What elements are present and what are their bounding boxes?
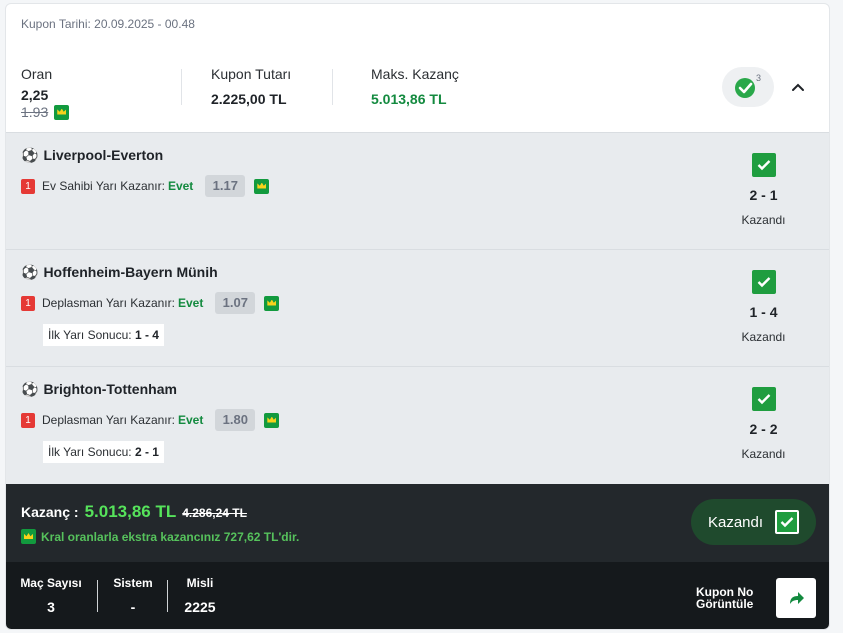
odds-value: 2,25 xyxy=(21,87,49,103)
multiplier-label: Misli xyxy=(186,576,214,590)
match-score: 2 - 2 xyxy=(749,421,778,437)
match-item: ⚽ Brighton-Tottenham 1 Deplasman Yarı Ka… xyxy=(6,366,829,484)
stake-label: Kupon Tutarı xyxy=(211,66,292,82)
market-label: Ev Sahibi Yarı Kazanır: xyxy=(42,179,165,193)
chevron-up-icon[interactable] xyxy=(786,75,810,99)
coupon-summary: Oran 2,25 1.93 Kupon Tutarı 2.225,00 TL … xyxy=(6,54,829,132)
halftime-value: 2 - 1 xyxy=(134,445,159,459)
check-icon xyxy=(751,387,776,411)
badge-count: 3 xyxy=(756,73,761,83)
winnings-amount: 5.013,86 TL xyxy=(84,502,177,521)
odds-old-value: 1.93 xyxy=(21,104,49,120)
crown-icon xyxy=(54,104,70,120)
match-count-value: 3 xyxy=(47,599,55,615)
match-status: Kazandı xyxy=(741,447,786,461)
odd-value: 1.80 xyxy=(215,409,256,431)
divider xyxy=(181,69,182,105)
soccer-ball-icon: ⚽ xyxy=(21,147,39,163)
multiplier-value: 2225 xyxy=(184,599,216,615)
divider xyxy=(167,580,168,612)
won-count-badge[interactable]: 3 xyxy=(722,67,774,107)
match-result: 1 - 4 Kazandı xyxy=(726,270,801,344)
market-label: Deplasman Yarı Kazanır: xyxy=(42,413,175,427)
halftime-value: 1 - 4 xyxy=(134,328,159,342)
soccer-ball-icon: ⚽ xyxy=(21,264,39,280)
pick-value: Evet xyxy=(167,179,194,193)
rank-badge: 1 xyxy=(21,412,35,428)
divider xyxy=(332,69,333,105)
rank-badge: 1 xyxy=(21,178,35,194)
system-label: Sistem xyxy=(113,576,153,590)
match-title: ⚽ Hoffenheim-Bayern Münih xyxy=(21,264,218,280)
stake-block: Kupon Tutarı 2.225,00 TL xyxy=(211,66,291,107)
halftime-label: İlk Yarı Sonucu: xyxy=(48,328,132,342)
stake-value: 2.225,00 TL xyxy=(211,91,287,107)
match-item: ⚽ Liverpool-Everton 1 Ev Sahibi Yarı Kaz… xyxy=(6,132,829,249)
coupon-stats-bar: Maç Sayısı 3 Sistem - Misli 2225 Kupon N… xyxy=(6,562,829,629)
crown-icon xyxy=(254,178,270,194)
crown-icon xyxy=(264,412,280,428)
winnings-line: Kazanç : 5.013,86 TL 4.286,24 TL xyxy=(21,502,247,522)
view-coupon-line2: Görüntüle xyxy=(696,597,754,611)
divider xyxy=(97,580,98,612)
match-count-stat: Maç Sayısı 3 xyxy=(20,576,82,615)
share-arrow-icon[interactable] xyxy=(776,578,816,618)
system-stat: Sistem - xyxy=(110,576,156,615)
check-icon xyxy=(751,270,776,294)
view-coupon-label: Kupon No Görüntüle xyxy=(696,586,753,610)
check-icon xyxy=(775,510,800,534)
match-status: Kazandı xyxy=(741,213,786,227)
winnings-old: 4.286,24 TL xyxy=(182,506,247,520)
match-pick: 1 Ev Sahibi Yarı Kazanır: Evet 1.17 xyxy=(21,175,270,197)
coupon-card: Kupon Tarihi: 20.09.2025 - 00.48 Oran 2,… xyxy=(5,3,830,630)
match-item: ⚽ Hoffenheim-Bayern Münih 1 Deplasman Ya… xyxy=(6,249,829,366)
rank-badge: 1 xyxy=(21,295,35,311)
check-circle-icon: 3 xyxy=(735,73,761,98)
match-status: Kazandı xyxy=(741,330,786,344)
match-count-label: Maç Sayısı xyxy=(20,576,82,590)
winnings-panel: Kazanç : 5.013,86 TL 4.286,24 TL Kral or… xyxy=(6,484,829,562)
max-win-block: Maks. Kazanç 5.013,86 TL xyxy=(371,66,459,107)
crown-icon xyxy=(21,529,36,544)
soccer-ball-icon: ⚽ xyxy=(21,381,39,397)
halftime-result: İlk Yarı Sonucu: 2 - 1 xyxy=(43,441,164,463)
match-name: Liverpool-Everton xyxy=(43,147,164,163)
odds-block: Oran 2,25 1.93 xyxy=(21,66,70,120)
match-list: ⚽ Liverpool-Everton 1 Ev Sahibi Yarı Kaz… xyxy=(6,132,829,484)
match-result: 2 - 2 Kazandı xyxy=(726,387,801,461)
pick-value: Evet xyxy=(177,413,204,427)
match-name: Brighton-Tottenham xyxy=(43,381,177,397)
pick-value: Evet xyxy=(177,296,204,310)
match-pick: 1 Deplasman Yarı Kazanır: Evet 1.07 xyxy=(21,292,280,314)
max-win-value: 5.013,86 TL xyxy=(371,91,447,107)
match-title: ⚽ Brighton-Tottenham xyxy=(21,381,177,397)
crown-icon xyxy=(264,295,280,311)
match-title: ⚽ Liverpool-Everton xyxy=(21,147,163,163)
coupon-date: Kupon Tarihi: 20.09.2025 - 00.48 xyxy=(21,17,195,31)
extra-winnings-text: Kral oranlarla ekstra kazancınız 727,62 … xyxy=(41,529,300,544)
match-result: 2 - 1 Kazandı xyxy=(726,153,801,227)
halftime-label: İlk Yarı Sonucu: xyxy=(48,445,132,459)
odd-value: 1.17 xyxy=(205,175,246,197)
match-score: 1 - 4 xyxy=(749,304,778,320)
system-value: - xyxy=(130,599,136,615)
check-icon xyxy=(751,153,776,177)
won-status-button[interactable]: Kazandı xyxy=(691,499,816,545)
halftime-result: İlk Yarı Sonucu: 1 - 4 xyxy=(43,324,164,346)
match-pick: 1 Deplasman Yarı Kazanır: Evet 1.80 xyxy=(21,409,280,431)
odd-value: 1.07 xyxy=(215,292,256,314)
extra-winnings-note: Kral oranlarla ekstra kazancınız 727,62 … xyxy=(21,529,299,544)
odds-label: Oran xyxy=(21,66,53,82)
multiplier-stat: Misli 2225 xyxy=(181,576,219,615)
odds-old-row: 1.93 xyxy=(21,104,70,120)
match-score: 2 - 1 xyxy=(749,187,778,203)
market-label: Deplasman Yarı Kazanır: xyxy=(42,296,175,310)
won-status-label: Kazandı xyxy=(707,513,764,531)
max-win-label: Maks. Kazanç xyxy=(371,66,459,82)
match-name: Hoffenheim-Bayern Münih xyxy=(43,264,218,280)
winnings-label: Kazanç : xyxy=(21,504,79,520)
